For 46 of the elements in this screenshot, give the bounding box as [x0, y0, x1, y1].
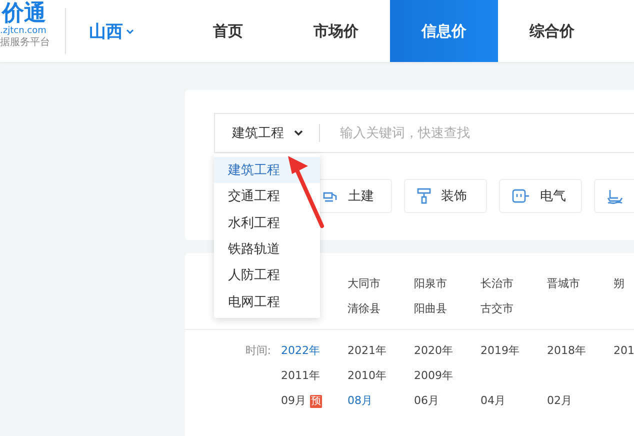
- month-option[interactable]: 02月: [547, 394, 572, 407]
- chevron-down-icon: [126, 28, 134, 34]
- year-option[interactable]: 2022年: [281, 343, 348, 358]
- chevron-down-icon: [294, 130, 303, 136]
- nav-tab[interactable]: 首页: [174, 0, 282, 62]
- dropdown-item[interactable]: 人防工程: [214, 262, 320, 288]
- city-link[interactable]: 长治市: [480, 276, 547, 291]
- nav-tab[interactable]: 市场价: [282, 0, 390, 62]
- year-option[interactable]: 2010年: [348, 368, 414, 383]
- region-selector[interactable]: 山西: [89, 0, 174, 62]
- nav-tab[interactable]: 综合价: [498, 0, 606, 62]
- year-option[interactable]: 201: [614, 344, 634, 357]
- category-select[interactable]: 建筑工程: [214, 113, 320, 153]
- city-link[interactable]: 大同市: [348, 276, 414, 291]
- forecast-badge: 预: [310, 395, 322, 408]
- year-option[interactable]: 2021年: [348, 343, 414, 358]
- month-option[interactable]: 08月: [348, 394, 372, 407]
- year-option[interactable]: 2020年: [414, 343, 480, 358]
- city-link[interactable]: 阳曲县: [414, 301, 480, 316]
- city-link[interactable]: 阳泉市: [414, 276, 480, 291]
- month-option[interactable]: 04月: [480, 394, 506, 407]
- month-option[interactable]: 09月: [281, 394, 306, 407]
- city-link[interactable]: 朔: [614, 276, 634, 291]
- month-option[interactable]: 06月: [414, 394, 439, 407]
- dropdown-item[interactable]: 铁路轨道: [214, 236, 320, 262]
- dropdown-item[interactable]: 建筑工程: [214, 157, 320, 184]
- city-link[interactable]: 清徐县: [348, 301, 414, 316]
- nav-tab[interactable]: 信息价: [390, 0, 498, 62]
- year-option[interactable]: 2009年: [414, 368, 480, 383]
- socket-icon: [512, 189, 530, 203]
- time-label: 时间:: [244, 343, 272, 358]
- city-link[interactable]: 晋城市: [547, 276, 614, 291]
- year-option[interactable]: 2011年: [281, 368, 348, 383]
- category-button[interactable]: 电气: [499, 179, 582, 213]
- search-field[interactable]: 输入关键词，快速查找: [320, 113, 634, 153]
- boat-icon: [607, 188, 623, 204]
- paint-roller-icon: [417, 188, 431, 204]
- annotation-arrow: [288, 156, 324, 228]
- year-option[interactable]: 2018年: [547, 343, 614, 358]
- dropdown-item[interactable]: 电网工程: [214, 288, 320, 315]
- year-option[interactable]: 2019年: [480, 343, 547, 358]
- city-link[interactable]: 古交市: [480, 301, 547, 316]
- logo-text: 价通: [0, 2, 47, 26]
- logo-tagline: 据服务平台: [0, 37, 51, 49]
- logo-domain: .zjtcn.com: [0, 26, 48, 36]
- category-button[interactable]: 装饰: [404, 179, 487, 213]
